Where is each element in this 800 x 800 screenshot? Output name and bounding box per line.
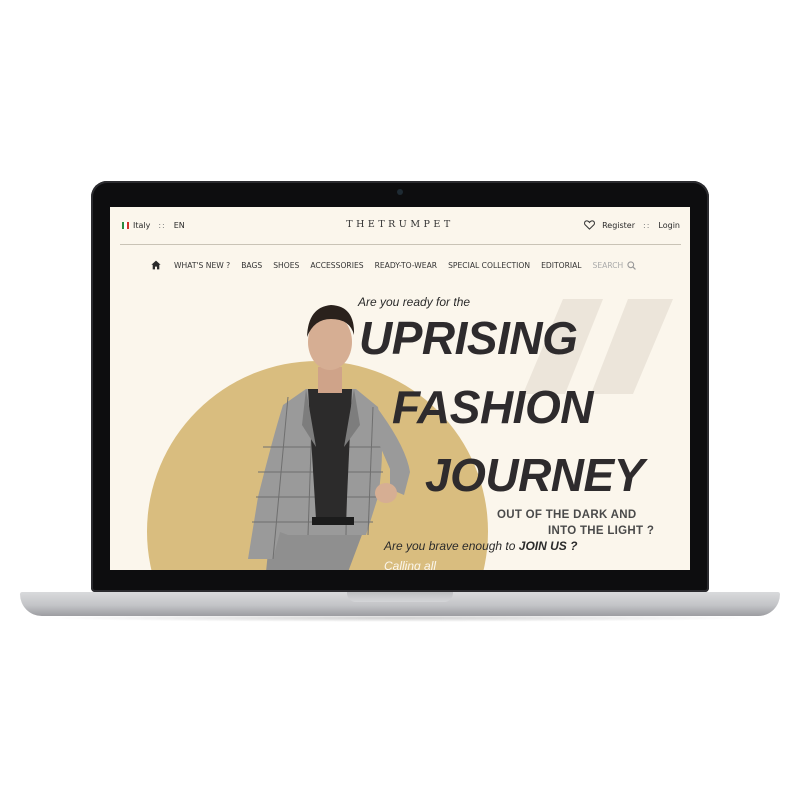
nav-ready-to-wear[interactable]: READY-TO-WEAR xyxy=(375,261,438,270)
hero-tagline-line-2: INTO THE LIGHT ? xyxy=(548,525,655,537)
laptop-screen: Italy :: EN THETRUMPET Register :: Login… xyxy=(110,207,690,570)
nav-special-collection[interactable]: SPECIAL COLLECTION xyxy=(448,261,530,270)
nav-whats-new[interactable]: WHAT'S NEW ? xyxy=(174,261,230,270)
hero-headline-line-1: UPRISING xyxy=(359,312,578,364)
account-links: Register :: Login xyxy=(584,220,680,230)
heart-icon[interactable] xyxy=(584,220,596,230)
home-icon[interactable] xyxy=(151,260,161,270)
hero-tagline-line-1: OUT OF THE DARK AND xyxy=(497,509,637,521)
nav-shoes[interactable]: SHOES xyxy=(273,261,299,270)
header-divider xyxy=(120,244,681,245)
nav-accessories[interactable]: ACCESSORIES xyxy=(310,261,363,270)
top-bar: Italy :: EN THETRUMPET Register :: Login xyxy=(110,207,690,245)
laptop-notch xyxy=(347,592,453,602)
nav-bags[interactable]: BAGS xyxy=(241,261,262,270)
hero-headline-line-3: JOURNEY xyxy=(425,449,644,501)
search-icon[interactable] xyxy=(627,260,637,270)
hero-headline-line-2: FASHION xyxy=(392,381,593,433)
main-nav: WHAT'S NEW ? BAGS SHOES ACCESSORIES READ… xyxy=(151,258,637,272)
hero-cta-prefix: Are you brave enough to xyxy=(384,539,516,553)
nav-editorial[interactable]: EDITORIAL xyxy=(541,261,581,270)
hero-eyebrow: Are you ready for the xyxy=(358,295,471,309)
account-separator: :: xyxy=(643,220,651,230)
laptop-base xyxy=(20,592,780,616)
search-box[interactable]: SEARCH xyxy=(593,261,637,270)
hero-calling-text: Calling all xyxy=(384,559,437,570)
hero-tagline: OUT OF THE DARK AND INTO THE LIGHT ? xyxy=(497,507,654,539)
hero-cta: Are you brave enough to JOIN US ? xyxy=(384,539,577,553)
search-label[interactable]: SEARCH xyxy=(593,261,624,270)
join-us-link[interactable]: JOIN US ? xyxy=(519,539,578,553)
login-link[interactable]: Login xyxy=(658,221,680,230)
register-link[interactable]: Register xyxy=(602,221,635,230)
webcam xyxy=(397,189,403,195)
